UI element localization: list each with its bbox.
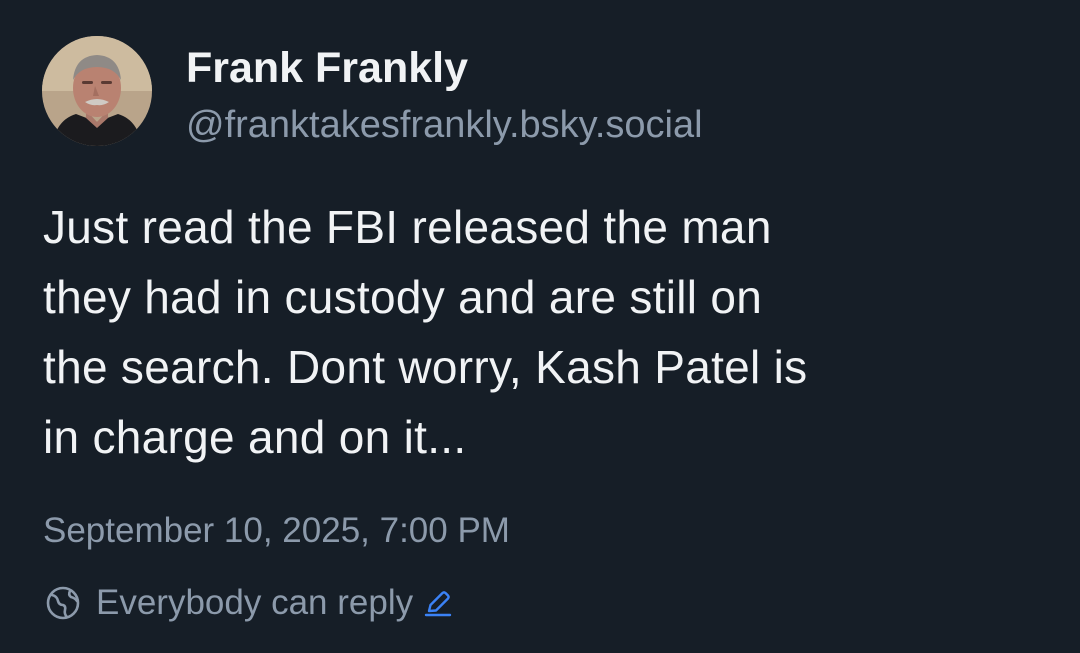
post-timestamp: September 10, 2025, 7:00 PM: [43, 511, 510, 550]
post-text-line: they had in custody and are still on: [43, 271, 763, 323]
post-text-line: Just read the FBI released the man: [43, 201, 772, 253]
avatar[interactable]: [42, 36, 152, 146]
globe-icon: [46, 586, 80, 620]
reply-settings-label: Everybody can reply: [96, 583, 414, 622]
author-display-name[interactable]: Frank Frankly: [186, 40, 1040, 96]
post-text: Just read the FBI released the man they …: [43, 192, 1043, 472]
avatar-photo: [42, 36, 152, 146]
post-card: Frank Frankly @franktakesfrankly.bsky.so…: [0, 0, 1080, 653]
reply-settings-button[interactable]: Everybody can reply: [44, 578, 453, 628]
pencil-icon[interactable]: [423, 588, 453, 618]
post-header: Frank Frankly @franktakesfrankly.bsky.so…: [42, 36, 1040, 148]
author-info: Frank Frankly @franktakesfrankly.bsky.so…: [186, 40, 1040, 150]
post-text-line: in charge and on it...: [43, 411, 467, 463]
author-handle[interactable]: @franktakesfrankly.bsky.social: [186, 100, 1040, 150]
post-text-line: the search. Dont worry, Kash Patel is: [43, 341, 808, 393]
